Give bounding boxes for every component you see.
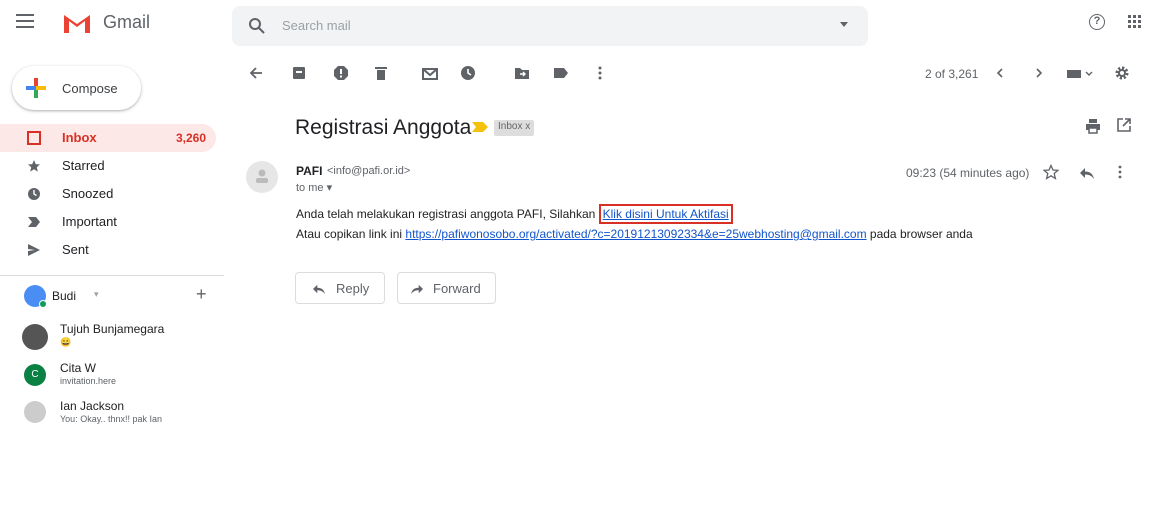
contact-status: You: Okay.. thnx!! pak Ian — [60, 414, 163, 424]
sidebar-item-starred[interactable]: Starred — [0, 152, 216, 180]
delete-icon[interactable] — [373, 65, 389, 81]
sidebar-item-snoozed[interactable]: Snoozed — [0, 180, 216, 208]
sender-email: <info@pafi.or.id> — [327, 165, 411, 177]
archive-icon[interactable] — [291, 65, 307, 81]
contact-name: Ian Jackson — [60, 399, 125, 413]
sender-avatar — [246, 161, 278, 193]
more-options-icon[interactable] — [592, 65, 608, 81]
sidebar-item-label: Starred — [62, 158, 105, 173]
forward-button[interactable]: Forward — [397, 272, 496, 304]
contact-name: Cita W — [60, 361, 96, 375]
body-text: Atau copikan link ini — [296, 227, 406, 241]
avatar: C — [24, 364, 46, 386]
contact-item[interactable]: C Cita W invitation.here — [22, 361, 222, 399]
help-icon[interactable]: ? — [1089, 14, 1105, 30]
important-icon — [28, 217, 40, 227]
print-icon[interactable] — [1085, 118, 1101, 134]
email-time: 09:23 (54 minutes ago) — [906, 166, 1030, 180]
contact-status: 😀 — [60, 337, 72, 347]
avatar — [24, 401, 46, 423]
reply-icon[interactable] — [1079, 166, 1095, 180]
main-menu-icon[interactable] — [16, 14, 34, 28]
user-name: Budi — [52, 289, 77, 303]
search-input[interactable]: Search mail — [282, 18, 351, 33]
sidebar-item-sent[interactable]: Sent — [0, 236, 216, 264]
mark-unread-icon[interactable] — [422, 65, 438, 81]
report-spam-icon[interactable] — [333, 65, 349, 81]
sidebar-item-important[interactable]: Important — [0, 208, 216, 236]
star-icon[interactable] — [1043, 164, 1059, 180]
sidebar-item-label: Important — [62, 214, 117, 229]
sender-name: PAFI — [296, 164, 323, 178]
contact-name: Tujuh Bunjamegara — [60, 322, 165, 336]
email-body-line-2: Atau copikan link ini https://pafiwonoso… — [296, 227, 973, 241]
email-body-line-1: Anda telah melakukan registrasi anggota … — [296, 204, 733, 224]
top-bar: Gmail Search mail ? — [0, 0, 1152, 50]
body-text: Anda telah melakukan registrasi anggota … — [296, 207, 599, 221]
search-options-icon[interactable] — [840, 22, 848, 27]
sidebar-item-label: Inbox — [62, 130, 97, 145]
person-icon — [256, 169, 268, 183]
hangouts-panel: Budi ▾ + Tujuh Bunjamegara 😀 C Cita W in… — [0, 275, 224, 525]
open-new-window-icon[interactable] — [1117, 118, 1131, 132]
status-dropdown-icon[interactable]: ▾ — [94, 289, 99, 300]
contact-item[interactable]: Ian Jackson You: Okay.. thnx!! pak Ian — [22, 399, 222, 437]
star-icon — [28, 160, 40, 172]
reply-button[interactable]: Reply — [295, 272, 385, 304]
plus-icon — [26, 78, 46, 98]
pagination-text: 2 of 3,261 — [925, 67, 979, 81]
recipient-details[interactable]: to me ▾ — [296, 181, 332, 194]
back-arrow-icon[interactable] — [248, 65, 264, 81]
email-subject: Registrasi Anggota — [295, 116, 472, 139]
message-toolbar — [232, 58, 1152, 90]
input-tools-icon[interactable] — [1066, 65, 1094, 81]
sidebar-item-inbox[interactable]: Inbox 3,260 — [0, 124, 216, 152]
sidebar-item-label: Snoozed — [62, 186, 114, 201]
snooze-icon[interactable] — [460, 65, 476, 81]
important-marker-icon[interactable] — [472, 122, 488, 132]
gmail-logo-icon[interactable] — [62, 12, 92, 34]
body-text: pada browser anda — [866, 227, 973, 241]
unread-count: 3,260 — [175, 131, 206, 145]
avatar — [22, 324, 48, 350]
contact-status: invitation.here — [60, 376, 117, 386]
inbox-label-chip[interactable]: Inbox x — [494, 120, 535, 136]
send-icon — [28, 244, 40, 256]
label-icon[interactable] — [553, 65, 569, 81]
reply-icon — [313, 284, 325, 295]
activation-url-link[interactable]: https://pafiwonosobo.org/activated/?c=20… — [405, 227, 866, 241]
hangouts-user[interactable]: Budi ▾ + — [24, 283, 224, 311]
forward-label: Forward — [433, 281, 481, 296]
activation-link[interactable]: Klik disini Untuk Aktifasi — [598, 204, 733, 224]
sidebar-item-label: Sent — [62, 242, 89, 257]
move-to-icon[interactable] — [514, 65, 530, 81]
new-conversation-icon[interactable]: + — [196, 284, 207, 305]
apps-grid-icon[interactable] — [1128, 15, 1142, 29]
settings-gear-icon[interactable] — [1114, 65, 1130, 81]
divider — [0, 275, 224, 276]
inbox-icon — [27, 131, 41, 145]
contact-item[interactable]: Tujuh Bunjamegara 😀 — [22, 322, 222, 360]
clock-icon — [28, 188, 40, 200]
online-status-icon — [39, 300, 47, 308]
compose-button[interactable]: Compose — [12, 66, 141, 110]
chevron-right-icon[interactable] — [1031, 65, 1047, 81]
reply-label: Reply — [336, 281, 370, 296]
compose-label: Compose — [62, 81, 118, 96]
more-vert-icon[interactable] — [1117, 164, 1123, 180]
search-icon[interactable] — [248, 17, 266, 35]
search-bar[interactable]: Search mail — [232, 6, 868, 46]
chevron-left-icon[interactable] — [992, 65, 1008, 81]
forward-icon — [411, 284, 423, 295]
app-name: Gmail — [103, 12, 151, 32]
